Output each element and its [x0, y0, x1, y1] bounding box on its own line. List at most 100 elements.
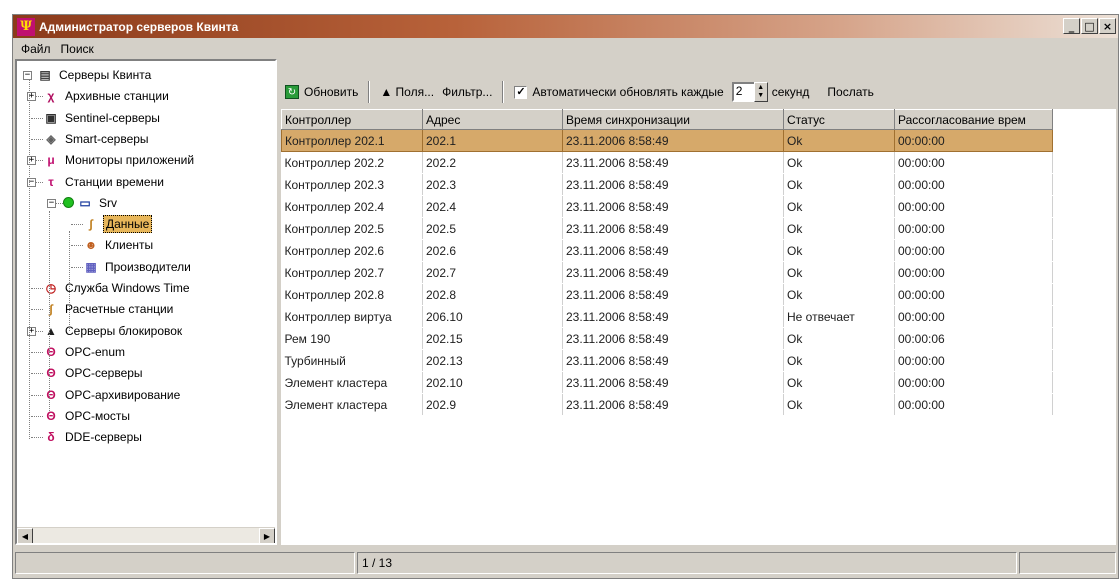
refresh-button[interactable]: ↻ Обновить	[281, 83, 362, 101]
minimize-button[interactable]: _	[1063, 18, 1080, 34]
tree-node[interactable]: μ Мониторы приложений	[43, 150, 196, 170]
tree-node[interactable]: ▭ Srv	[63, 193, 119, 213]
column-header[interactable]: Контроллер	[281, 109, 423, 130]
spin-updown-icon[interactable]: ▲ ▼	[753, 82, 768, 102]
tree-node[interactable]: δ DDE-серверы	[43, 427, 144, 447]
refresh-icon: ↻	[285, 85, 299, 99]
table-row[interactable]: Рем 190 202.15 23.11.2006 8:58:49 Ok 00:00:0…	[281, 327, 1053, 350]
tree-node[interactable]: ∫ Расчетные станции	[43, 299, 175, 319]
table-row[interactable]: Контроллер 202.4 202.4 23.11.2006 8:58:49 O…	[281, 195, 1053, 218]
window-title: Администратор серверов Квинта	[39, 19, 239, 34]
tree-node-label: Архивные станции	[65, 89, 169, 104]
table-row[interactable]: Контроллер виртуа 206.10 23.11.2006 8:58:4…	[281, 305, 1053, 328]
fields-button[interactable]: ▲ Поля...	[376, 83, 438, 101]
tree-connector	[69, 231, 70, 331]
sentinel-icon: ▣	[45, 110, 57, 125]
table-row[interactable]: Элемент кластера 202.10 23.11.2006 8:58:49…	[281, 371, 1053, 394]
tree-node[interactable]: ◷ Служба Windows Time	[43, 278, 192, 298]
table-cell: 23.11.2006 8:58:49	[562, 349, 784, 372]
tree-node-label: OPC-мосты	[65, 408, 131, 423]
tree-node[interactable]: ▤ Серверы Квинта	[37, 65, 153, 85]
table-cell: 202.15	[422, 327, 563, 350]
column-header[interactable]: Статус	[783, 109, 895, 130]
table-cell: 23.11.2006 8:58:49	[562, 283, 784, 306]
close-button[interactable]: ×	[1099, 18, 1116, 34]
tree-node[interactable]: Θ OPC-серверы	[43, 363, 145, 383]
table-cell: Контроллер 202.1	[281, 129, 423, 152]
table-row[interactable]: Элемент кластера 202.9 23.11.2006 8:58:49 O…	[281, 393, 1053, 416]
tree-horizontal-scrollbar[interactable]: ◀ ▶	[17, 527, 275, 543]
auto-refresh-toggle[interactable]: ✓ Автоматически обновлять каждые	[510, 83, 727, 101]
table-cell: Элемент кластера	[281, 393, 423, 416]
auto-refresh-checkbox[interactable]: ✓	[514, 85, 528, 99]
table-cell: 00:00:00	[894, 305, 1053, 328]
tree-node-label: Станции времени	[65, 174, 164, 189]
collapse-icon[interactable]: −	[23, 71, 32, 80]
window-controls: _ □ ×	[1063, 18, 1116, 34]
theta-icon: Θ	[46, 344, 56, 359]
table-row[interactable]: Контроллер 202.1 202.1 23.11.2006 8:58:49 O…	[281, 129, 1053, 152]
tree-node-label: Клиенты	[105, 238, 154, 253]
title-bar[interactable]: Ψ Администратор серверов Квинта _ □ ×	[13, 15, 1118, 38]
table-cell: Элемент кластера	[281, 371, 423, 394]
table-cell: 202.5	[422, 217, 563, 240]
tree-node-label: Серверы Квинта	[59, 68, 152, 82]
tree-connector	[31, 394, 43, 396]
table-row[interactable]: Турбинный 202.13 23.11.2006 8:58:49 Ok 00:00…	[281, 349, 1053, 372]
menu-search[interactable]: Поиск	[57, 42, 98, 56]
table-cell: 23.11.2006 8:58:49	[562, 195, 784, 218]
tree-node[interactable]: χ Архивные станции	[43, 86, 171, 106]
table-row[interactable]: Контроллер 202.5 202.5 23.11.2006 8:58:49 O…	[281, 217, 1053, 240]
tree-node[interactable]: ▦ Производители	[83, 257, 193, 277]
column-header[interactable]: Адрес	[422, 109, 563, 130]
send-button[interactable]: Послать	[823, 83, 877, 101]
tree-node[interactable]: ☻ Клиенты	[83, 235, 155, 255]
scroll-left-icon[interactable]: ◀	[17, 528, 33, 543]
tree-node-label: Мониторы приложений	[65, 153, 195, 168]
table-row[interactable]: Контроллер 202.3 202.3 23.11.2006 8:58:49 O…	[281, 173, 1053, 196]
tree-connector	[31, 288, 43, 289]
tree-node[interactable]: ▲ Серверы блокировок	[43, 321, 184, 341]
table-row[interactable]: Контроллер 202.2 202.2 23.11.2006 8:58:49 O…	[281, 151, 1053, 174]
table-cell: 202.10	[422, 371, 563, 394]
tree-node[interactable]: ∫ Данные	[83, 214, 153, 234]
tree-node[interactable]: τ Станции времени	[43, 172, 166, 192]
server-tree[interactable]: − ▤ Серверы Квинта + χ Архивные станции ▣ Senti…	[15, 59, 277, 545]
table-row[interactable]: Контроллер 202.6 202.6 23.11.2006 8:58:49 O…	[281, 239, 1053, 262]
table-cell: 00:00:00	[894, 129, 1053, 152]
tree-node-label: OPC-архивирование	[65, 387, 181, 402]
calc-station-icon: ∫	[49, 302, 53, 317]
table-cell: 00:00:00	[894, 195, 1053, 218]
tree-node-label: OPC-серверы	[65, 366, 143, 381]
table-row[interactable]: Контроллер 202.7 202.7 23.11.2006 8:58:49 O…	[281, 261, 1053, 284]
table-cell: 202.8	[422, 283, 563, 306]
interval-spinner[interactable]: 2 ▲ ▼	[731, 82, 768, 102]
tree-node[interactable]: Θ OPC-мосты	[43, 406, 132, 426]
tree-node[interactable]: ◈ Smart-серверы	[43, 129, 151, 149]
table-cell: 00:00:00	[894, 371, 1053, 394]
table-cell: 202.4	[422, 195, 563, 218]
theta-icon: Θ	[46, 366, 56, 381]
collapse-icon[interactable]: −	[47, 198, 56, 208]
table-cell: Ok	[783, 327, 895, 350]
table-cell: 00:00:00	[894, 173, 1053, 196]
table-cell: Ok	[783, 217, 895, 240]
main-window: Ψ Администратор серверов Квинта _ □ × Фа…	[12, 14, 1119, 579]
filter-button[interactable]: Фильтр...	[438, 83, 496, 101]
scroll-track[interactable]	[33, 528, 259, 543]
fields-label: ▲ Поля...	[380, 85, 435, 99]
maximize-button[interactable]: □	[1081, 18, 1098, 34]
column-header[interactable]: Рассогласование врем	[894, 109, 1053, 130]
menu-file[interactable]: Файл	[17, 42, 55, 56]
tree-node[interactable]: Θ OPC-архивирование	[43, 385, 182, 405]
scroll-right-icon[interactable]: ▶	[259, 528, 275, 543]
table-cell: 23.11.2006 8:58:49	[562, 261, 784, 284]
table-row[interactable]: Контроллер 202.8 202.8 23.11.2006 8:58:49 O…	[281, 283, 1053, 306]
table-cell: Контроллер 202.8	[281, 283, 423, 306]
lock-icon: ▲	[45, 323, 57, 338]
table-cell: Контроллер 202.4	[281, 195, 423, 218]
tree-node[interactable]: ▣ Sentinel-серверы	[43, 108, 162, 128]
tree-node[interactable]: Θ OPC-enum	[43, 342, 127, 362]
tree-node-label: Расчетные станции	[65, 302, 174, 317]
column-header[interactable]: Время синхронизации	[562, 109, 784, 130]
